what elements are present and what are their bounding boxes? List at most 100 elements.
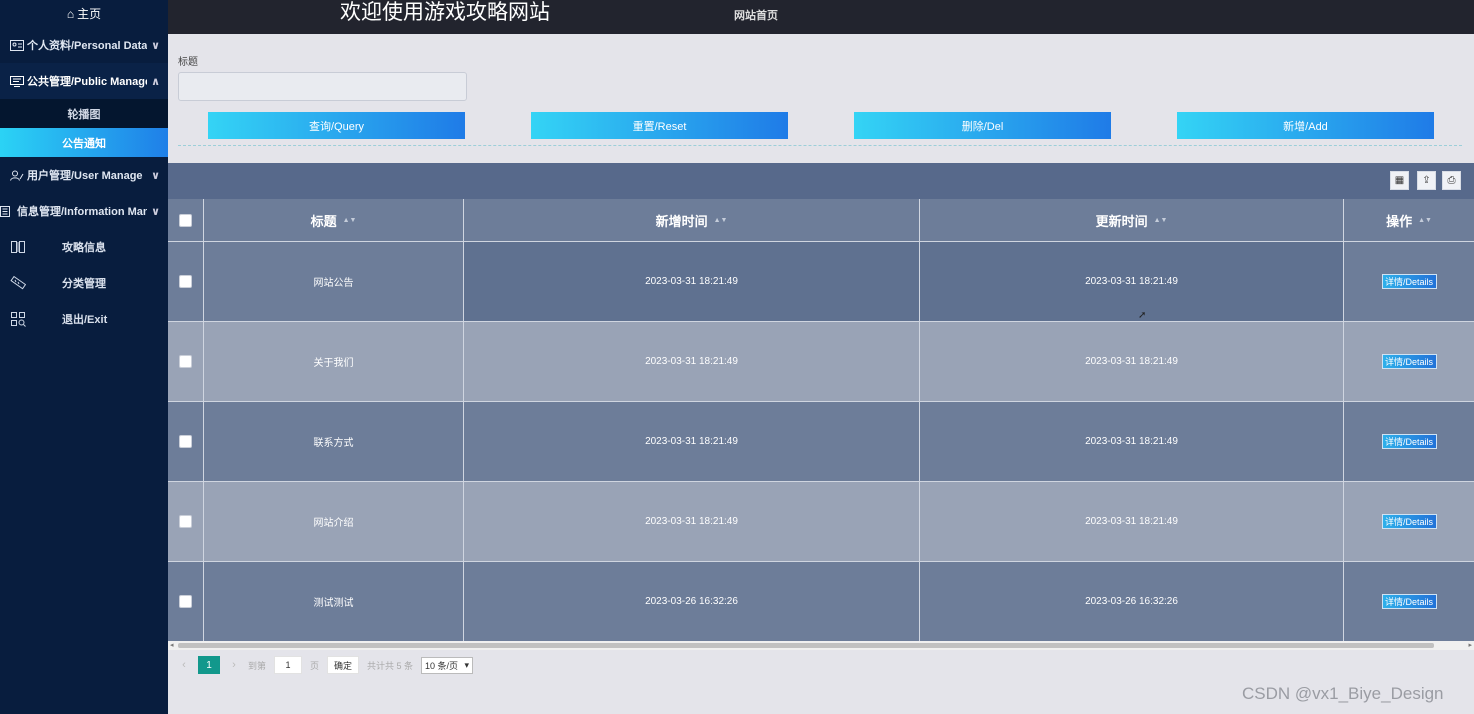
sidebar-item-categories[interactable]: 分类管理 bbox=[0, 265, 168, 301]
cell-title: 测试测试 bbox=[204, 562, 464, 641]
user-edit-icon bbox=[10, 170, 24, 181]
cell-created: 2023-03-31 18:21:49 bbox=[464, 242, 920, 321]
cell-actions: 详情/Details bbox=[1344, 242, 1474, 321]
chevron-down-icon: ▾ bbox=[464, 659, 470, 670]
sidebar-item-label: 退出/Exit bbox=[62, 314, 108, 326]
page-size-select[interactable]: 10 条/页 ▾ bbox=[421, 656, 474, 674]
details-button[interactable]: 详情/Details bbox=[1381, 514, 1437, 529]
select-all-checkbox[interactable] bbox=[179, 213, 192, 227]
cell-updated: 2023-03-31 18:21:49 bbox=[920, 402, 1344, 481]
monitor-icon bbox=[10, 75, 24, 87]
sidebar-item-notice[interactable]: 公告通知 bbox=[0, 128, 168, 157]
prev-page-button[interactable]: ‹ bbox=[176, 659, 192, 671]
delete-button[interactable]: 删除/Del bbox=[854, 112, 1111, 139]
mouse-cursor-icon: ➚ bbox=[1138, 310, 1147, 321]
header-created[interactable]: 新增时间 ▲▼ bbox=[464, 199, 920, 241]
sort-icon: ▲▼ bbox=[1153, 216, 1168, 224]
header-updated[interactable]: 更新时间 ▲▼ bbox=[920, 199, 1344, 241]
print-icon[interactable]: ⎙ bbox=[1442, 171, 1461, 190]
sidebar-item-exit[interactable]: 退出/Exit bbox=[0, 301, 168, 337]
details-button[interactable]: 详情/Details bbox=[1381, 594, 1437, 609]
goto-page-input[interactable]: 1 bbox=[274, 656, 303, 674]
scrollbar-thumb[interactable] bbox=[178, 643, 1434, 648]
scroll-right-icon[interactable]: ▸ bbox=[1468, 641, 1472, 650]
row-checkbox[interactable] bbox=[179, 275, 192, 288]
document-icon bbox=[0, 205, 10, 217]
details-button[interactable]: 详情/Details bbox=[1381, 434, 1437, 449]
row-select-cell bbox=[168, 242, 204, 321]
reset-button[interactable]: 重置/Reset bbox=[531, 112, 788, 139]
row-checkbox[interactable] bbox=[179, 595, 192, 608]
sidebar-item-label: 分类管理 bbox=[62, 278, 106, 290]
sidebar-group-personal-data[interactable]: 个人资料/Personal Data ∨ bbox=[0, 27, 168, 63]
cell-created: 2023-03-26 16:32:26 bbox=[464, 562, 920, 641]
details-button[interactable]: 详情/Details bbox=[1381, 354, 1437, 369]
sidebar-group-public-manage[interactable]: 公共管理/Public Manage ∧ bbox=[0, 63, 168, 99]
chevron-down-icon: ∨ bbox=[151, 205, 160, 218]
query-button[interactable]: 查询/Query bbox=[208, 112, 465, 139]
cell-created: 2023-03-31 18:21:49 bbox=[464, 322, 920, 401]
cell-updated: 2023-03-26 16:32:26 bbox=[920, 562, 1344, 641]
cell-updated: 2023-03-31 18:21:49 bbox=[920, 482, 1344, 561]
chevron-down-icon: ∨ bbox=[151, 169, 160, 182]
page-1-button[interactable]: 1 bbox=[198, 656, 220, 674]
cell-title: 网站公告 bbox=[204, 242, 464, 321]
row-select-cell bbox=[168, 482, 204, 561]
cell-updated: 2023-03-31 18:21:49 bbox=[920, 242, 1344, 321]
export-icon[interactable]: ⇪ bbox=[1417, 171, 1436, 190]
row-checkbox[interactable] bbox=[179, 435, 192, 448]
header-actions[interactable]: 操作 ▲▼ bbox=[1344, 199, 1474, 241]
site-home-link[interactable]: 网站首页 bbox=[734, 7, 778, 23]
header-title[interactable]: 标题 ▲▼ bbox=[204, 199, 464, 241]
scroll-left-icon[interactable]: ◂ bbox=[170, 641, 174, 650]
cell-updated: 2023-03-31 18:21:49 bbox=[920, 322, 1344, 401]
search-title-label: 标题 bbox=[178, 57, 198, 68]
sort-icon: ▲▼ bbox=[1418, 216, 1432, 224]
cell-created: 2023-03-31 18:21:49 bbox=[464, 402, 920, 481]
sidebar-group-information-manage[interactable]: 信息管理/Information Manage ∨ bbox=[0, 193, 168, 229]
cell-created: 2023-03-31 18:21:49 bbox=[464, 482, 920, 561]
cell-actions: 详情/Details bbox=[1344, 562, 1474, 641]
column-label: 更新时间 bbox=[1095, 213, 1148, 229]
sidebar-item-guides[interactable]: 攻略信息 bbox=[0, 229, 168, 265]
row-checkbox[interactable] bbox=[179, 515, 192, 528]
row-checkbox[interactable] bbox=[179, 355, 192, 368]
page-unit-label: 页 bbox=[310, 660, 320, 671]
sidebar-home-label: 主页 bbox=[77, 7, 102, 21]
sidebar-submenu-public-manage: 轮播图 公告通知 bbox=[0, 99, 168, 157]
sidebar-group-label: 公共管理/Public Manage bbox=[27, 76, 148, 88]
search-title-input[interactable] bbox=[178, 72, 467, 101]
header-select-cell bbox=[168, 199, 204, 241]
column-label: 操作 bbox=[1386, 213, 1413, 229]
sort-icon: ▲▼ bbox=[713, 216, 728, 224]
row-select-cell bbox=[168, 322, 204, 401]
page-size-value: 10 条/页 bbox=[425, 660, 459, 671]
cell-title: 网站介绍 bbox=[204, 482, 464, 561]
watermark: CSDN @vx1_Biye_Design bbox=[1242, 684, 1444, 703]
sidebar-home[interactable]: ⌂ 主页 bbox=[0, 0, 168, 27]
row-select-cell bbox=[168, 402, 204, 481]
table-row: 网站公告 2023-03-31 18:21:49 2023-03-31 18:2… bbox=[168, 242, 1474, 322]
columns-filter-icon[interactable]: ▦ bbox=[1390, 171, 1409, 190]
details-button[interactable]: 详情/Details bbox=[1381, 274, 1437, 289]
column-label: 新增时间 bbox=[655, 213, 708, 229]
sidebar-item-label: 攻略信息 bbox=[62, 242, 106, 254]
table-toolbar: ▦ ⇪ ⎙ bbox=[168, 163, 1474, 199]
ruler-icon bbox=[10, 275, 26, 290]
cell-title: 关于我们 bbox=[204, 322, 464, 401]
table-row: 测试测试 2023-03-26 16:32:26 2023-03-26 16:3… bbox=[168, 562, 1474, 641]
next-page-button[interactable]: › bbox=[226, 659, 242, 671]
cell-actions: 详情/Details bbox=[1344, 402, 1474, 481]
id-card-icon bbox=[10, 39, 24, 51]
cell-actions: 详情/Details bbox=[1344, 322, 1474, 401]
table-header: 标题 ▲▼ 新增时间 ▲▼ 更新时间 ▲▼ 操作 ▲▼ bbox=[168, 199, 1474, 242]
horizontal-scrollbar[interactable]: ◂ ▸ bbox=[168, 641, 1474, 650]
sidebar-group-user-manage[interactable]: 用户管理/User Manage ∨ bbox=[0, 157, 168, 193]
grid-search-icon bbox=[11, 312, 26, 327]
sidebar-item-carousel[interactable]: 轮播图 bbox=[0, 99, 168, 128]
chevron-down-icon: ∨ bbox=[151, 39, 160, 52]
goto-confirm-button[interactable]: 确定 bbox=[327, 656, 360, 674]
goto-label: 到第 bbox=[248, 660, 267, 671]
book-icon bbox=[11, 241, 25, 253]
add-button[interactable]: 新增/Add bbox=[1177, 112, 1434, 139]
